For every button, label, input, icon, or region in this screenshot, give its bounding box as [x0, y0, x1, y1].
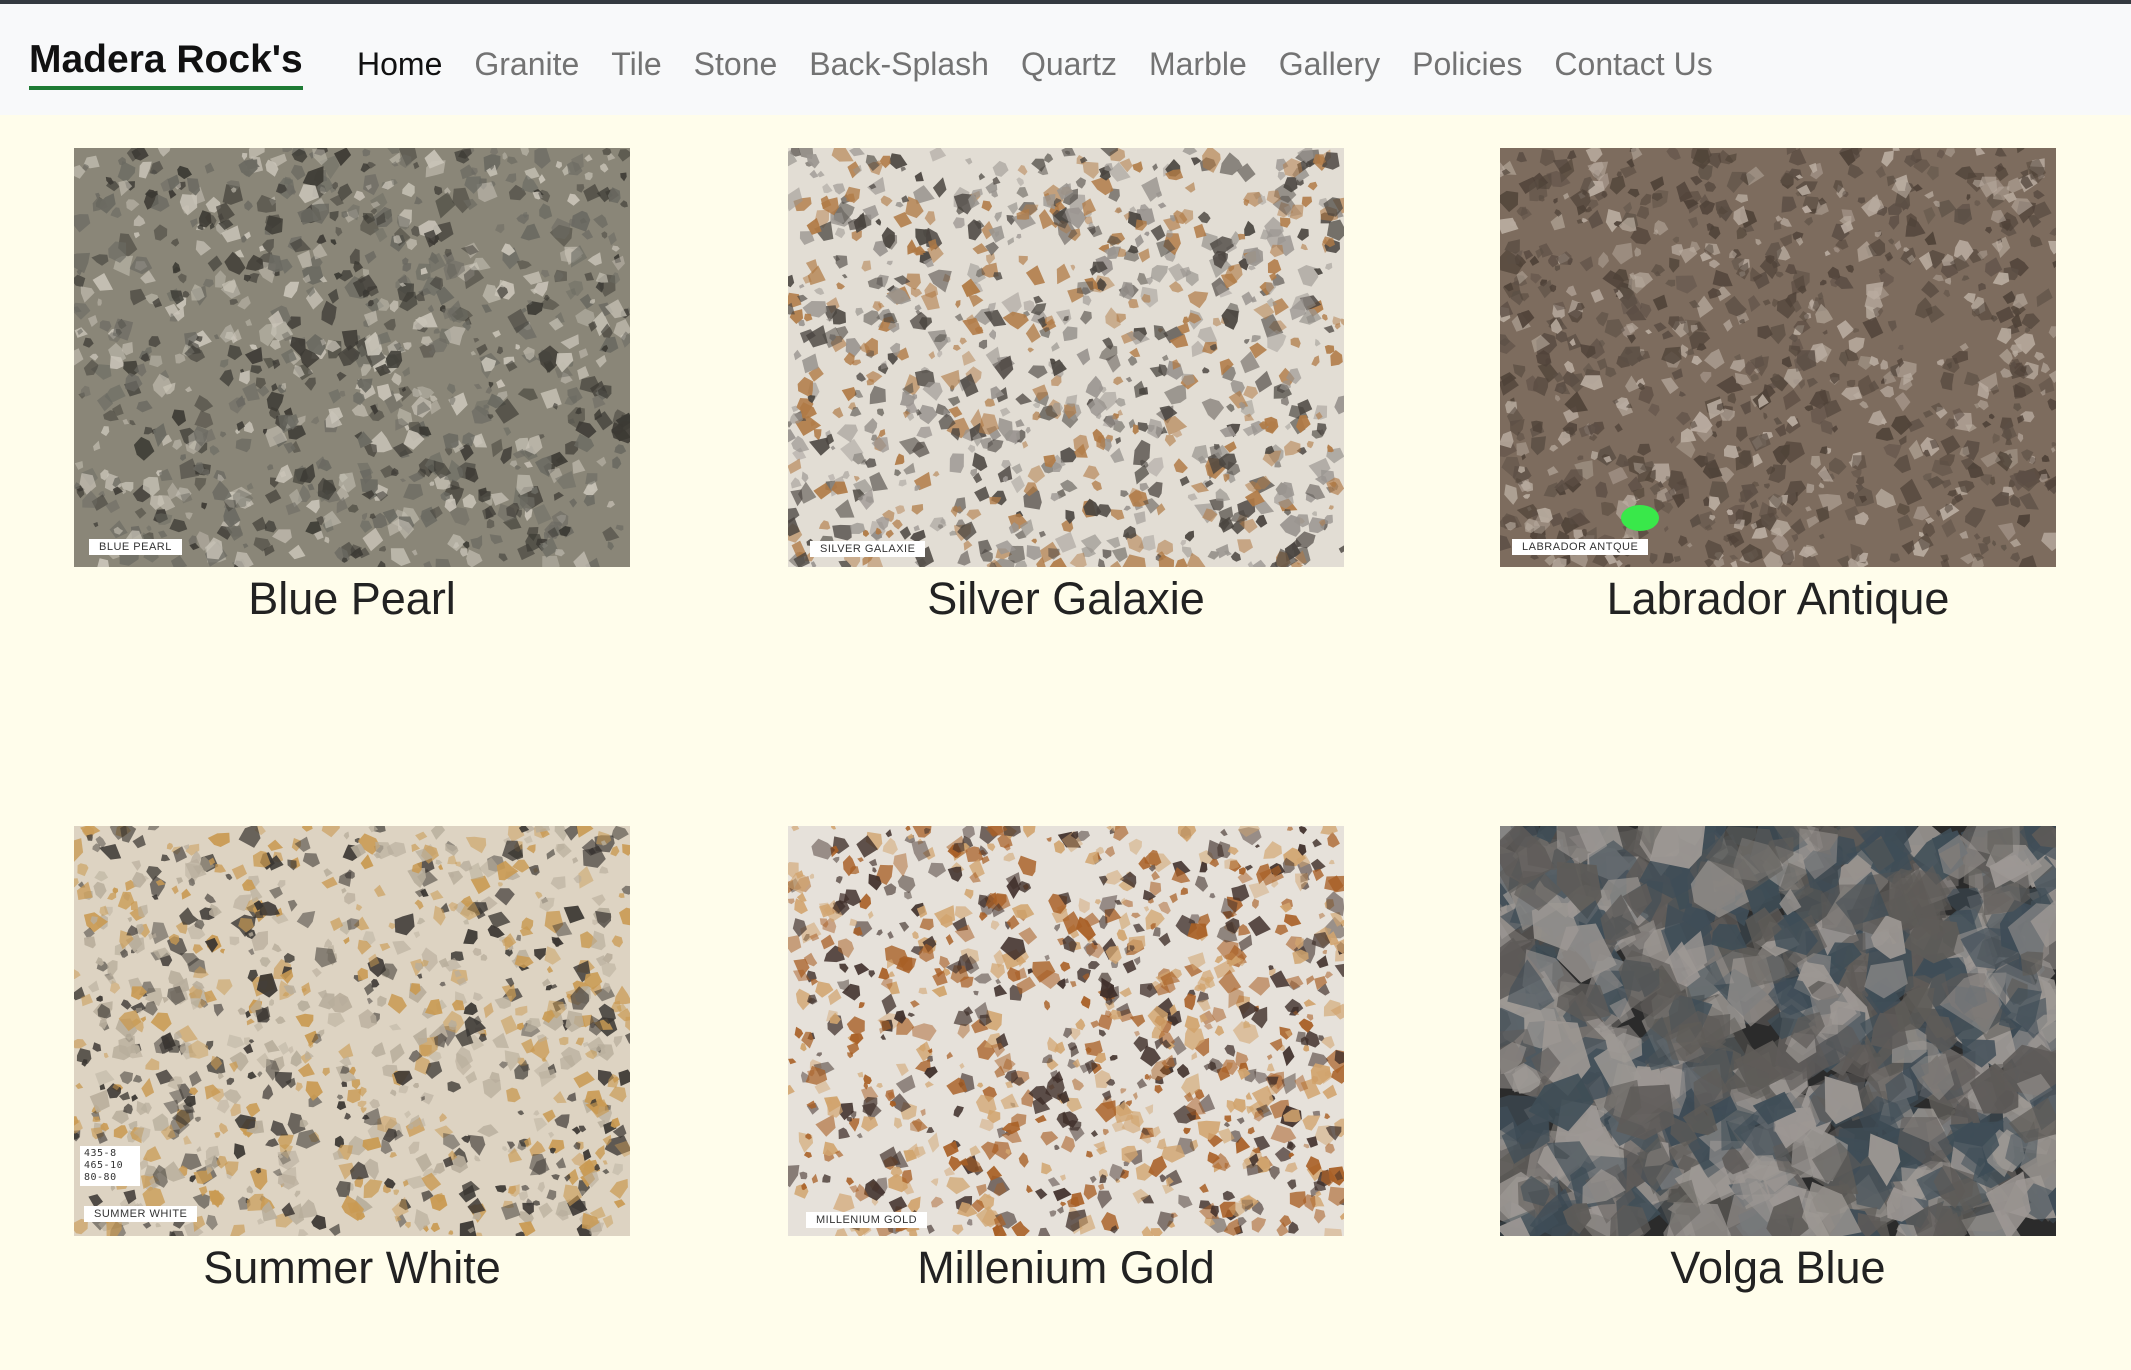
nav-item-back-splash[interactable]: Back-Splash: [809, 40, 989, 88]
nav-item-stone[interactable]: Stone: [694, 40, 778, 88]
nav-item-quartz[interactable]: Quartz: [1021, 40, 1117, 88]
stone-texture: [788, 148, 1344, 567]
stone-card[interactable]: MILLENIUM GOLD Millenium Gold: [788, 826, 1344, 1298]
stone-photo[interactable]: BLUE PEARL: [74, 148, 630, 567]
photo-label: LABRADOR ANTQUE: [1512, 539, 1649, 555]
nav-item-marble[interactable]: Marble: [1149, 40, 1247, 88]
stone-name: Silver Galaxie: [927, 573, 1205, 624]
stone-texture: [74, 148, 630, 567]
photo-label: SILVER GALAXIE: [810, 541, 926, 557]
stone-texture: [74, 826, 630, 1236]
stone-card[interactable]: Volga Blue: [1500, 826, 2056, 1298]
stone-name: Blue Pearl: [248, 573, 456, 624]
stone-card[interactable]: LABRADOR ANTQUE Labrador Antique: [1500, 148, 2056, 629]
nav-item-granite[interactable]: Granite: [474, 40, 579, 88]
photo-label: SUMMER WHITE: [84, 1206, 198, 1222]
nav-item-tile[interactable]: Tile: [611, 40, 661, 88]
stone-photo[interactable]: MILLENIUM GOLD: [788, 826, 1344, 1236]
nav-item-gallery[interactable]: Gallery: [1279, 40, 1380, 88]
stone-name: Labrador Antique: [1606, 573, 1950, 624]
stone-card[interactable]: BLUE PEARL Blue Pearl: [74, 148, 630, 629]
stone-photo[interactable]: [1500, 826, 2056, 1236]
stone-texture: [1500, 826, 2056, 1236]
handwritten-note: 435-8 465-10 80-80: [80, 1146, 140, 1186]
stone-name: Millenium Gold: [917, 1242, 1215, 1293]
nav-item-home[interactable]: Home: [357, 40, 442, 88]
stone-name: Volga Blue: [1670, 1242, 1886, 1293]
stone-name: Summer White: [203, 1242, 501, 1293]
brand-logo-link[interactable]: Madera Rock's: [29, 34, 303, 90]
stone-texture: [1500, 148, 2056, 567]
stone-texture: [788, 826, 1344, 1236]
photo-label: BLUE PEARL: [89, 539, 182, 555]
stone-photo[interactable]: 435-8 465-10 80-80 SUMMER WHITE: [74, 826, 630, 1236]
navbar: Madera Rock's Home Granite Tile Stone Ba…: [0, 4, 2131, 115]
stone-photo[interactable]: LABRADOR ANTQUE: [1500, 148, 2056, 567]
photo-label: MILLENIUM GOLD: [806, 1212, 928, 1228]
nav-item-contact-us[interactable]: Contact Us: [1554, 40, 1712, 88]
price-sticker: [1621, 505, 1659, 531]
nav-menu: Home Granite Tile Stone Back-Splash Quar…: [357, 40, 1745, 88]
stone-card[interactable]: 435-8 465-10 80-80 SUMMER WHITE Summer W…: [74, 826, 630, 1298]
stone-photo[interactable]: SILVER GALAXIE: [788, 148, 1344, 567]
stone-card[interactable]: SILVER GALAXIE Silver Galaxie: [788, 148, 1344, 629]
nav-item-policies[interactable]: Policies: [1412, 40, 1522, 88]
